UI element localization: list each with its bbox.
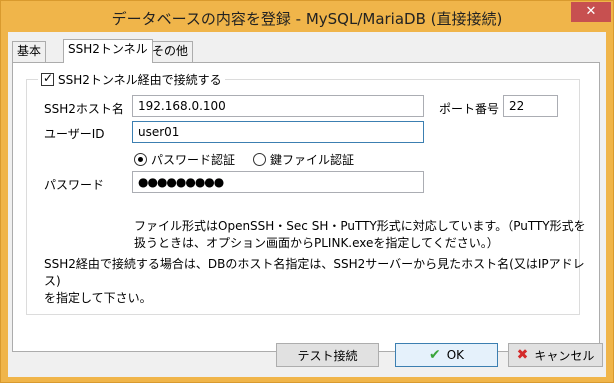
close-icon: ✕ bbox=[585, 4, 597, 19]
password-input[interactable]: ●●●●●●●●● bbox=[132, 171, 424, 193]
close-button[interactable]: ✕ bbox=[571, 2, 611, 22]
key-auth-label: 鍵ファイル認証 bbox=[270, 153, 355, 167]
key-format-note-line2: 扱うときは、オプション画面からPLINK.exeを指定してください。） bbox=[134, 236, 499, 250]
key-auth-radio-row[interactable]: 鍵ファイル認証 bbox=[253, 151, 354, 168]
tab-ssh2-tunnel-label: SSH2トンネル bbox=[68, 42, 148, 56]
window-title: データベースの内容を登録 - MySQL/MariaDB (直接接続) bbox=[111, 10, 503, 28]
key-format-note: ファイル形式はOpenSSH・Sec SH・PuTTY形式に対応しています。（P… bbox=[134, 218, 586, 252]
key-auth-radio[interactable] bbox=[253, 153, 266, 166]
password-label: パスワード bbox=[44, 178, 105, 192]
password-auth-label: パスワード認証 bbox=[151, 153, 236, 167]
ssh-host-info-line1: SSH2経由で接続する場合は、DBのホスト名指定は、SSH2サーバーから見たホス… bbox=[44, 257, 585, 288]
host-label: SSH2ホスト名 bbox=[44, 102, 124, 116]
use-tunnel-label: SSH2トンネル経由で接続する bbox=[58, 73, 222, 87]
test-connection-button[interactable]: テスト接続 bbox=[276, 343, 379, 367]
password-auth-radio[interactable] bbox=[134, 153, 147, 166]
test-connection-label: テスト接続 bbox=[297, 348, 358, 363]
checkmark-icon: ✔ bbox=[428, 347, 441, 363]
dialog-window: データベースの内容を登録 - MySQL/MariaDB (直接接続) ✕ 基本… bbox=[0, 0, 614, 383]
cancel-button[interactable]: ✖ キャンセル bbox=[508, 343, 603, 367]
tab-basic-label: 基本 bbox=[17, 44, 42, 58]
ssh-host-info-line2: を指定して下さい。 bbox=[44, 291, 152, 305]
tab-ssh2-tunnel[interactable]: SSH2トンネル bbox=[63, 39, 153, 63]
ssh2-tab-panel: SSH2トンネル経由で接続する SSH2ホスト名 192.168.0.100 ポ… bbox=[12, 62, 600, 352]
ok-button[interactable]: ✔ OK bbox=[395, 343, 498, 367]
user-id-label: ユーザーID bbox=[44, 127, 105, 141]
use-tunnel-checkbox-row[interactable]: SSH2トンネル経由で接続する bbox=[38, 71, 225, 88]
tab-other-label: その他 bbox=[152, 44, 189, 58]
title-bar[interactable]: データベースの内容を登録 - MySQL/MariaDB (直接接続) ✕ bbox=[1, 1, 613, 32]
host-input[interactable]: 192.168.0.100 bbox=[132, 95, 424, 117]
dialog-body: 基本 SSH2トンネル その他 SSH2トンネル経由で接続する SSH2ホスト名… bbox=[8, 32, 606, 377]
tab-other[interactable]: その他 bbox=[147, 41, 194, 62]
ok-label: OK bbox=[446, 348, 465, 362]
use-tunnel-checkbox[interactable] bbox=[41, 71, 54, 86]
key-format-note-line1: ファイル形式はOpenSSH・Sec SH・PuTTY形式に対応しています。（P… bbox=[134, 219, 586, 233]
cancel-label: キャンセル bbox=[534, 348, 595, 363]
ssh-host-info: SSH2経由で接続する場合は、DBのホスト名指定は、SSH2サーバーから見たホス… bbox=[44, 256, 599, 307]
port-label: ポート番号 bbox=[439, 102, 500, 116]
tab-basic[interactable]: 基本 bbox=[12, 41, 47, 62]
password-auth-radio-row[interactable]: パスワード認証 bbox=[134, 151, 235, 168]
cross-icon: ✖ bbox=[516, 347, 529, 363]
user-id-input[interactable]: user01 bbox=[132, 121, 424, 143]
port-input[interactable]: 22 bbox=[503, 95, 558, 117]
